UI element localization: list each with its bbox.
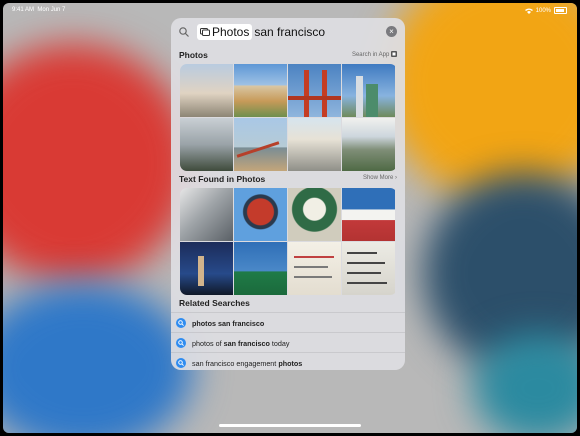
photo-thumbnail[interactable] [234, 118, 287, 171]
photo-thumbnail[interactable] [234, 64, 287, 117]
search-suggestion-icon [176, 318, 186, 328]
status-bar: 9:41 AM Mon Jun 7 100% [3, 3, 577, 17]
search-in-app-link[interactable]: Search in App [352, 51, 397, 58]
photo-thumbnail[interactable] [234, 242, 287, 295]
photos-grid [180, 64, 397, 171]
photo-thumbnail[interactable] [288, 188, 341, 241]
related-search-item[interactable]: photos of san francisco today [171, 332, 405, 353]
search-query-text[interactable]: san francisco [254, 25, 325, 39]
search-suggestion-icon [176, 358, 186, 368]
photo-thumbnail[interactable] [342, 64, 395, 117]
search-token-label: Photos [212, 25, 250, 39]
show-more-link[interactable]: Show More › [363, 175, 397, 181]
photo-thumbnail[interactable] [342, 242, 395, 295]
photo-thumbnail[interactable] [288, 242, 341, 295]
wallpaper-red-blob [3, 43, 193, 283]
search-scope-token[interactable]: Photos [197, 24, 253, 40]
related-search-label: photos of san francisco today [192, 338, 290, 348]
battery-icon [554, 7, 567, 14]
battery-percent: 100% [535, 7, 551, 14]
related-search-label: san francisco engagement photos [192, 358, 303, 368]
text-found-grid [180, 188, 397, 295]
magnifier-icon [177, 25, 191, 39]
photo-thumbnail[interactable] [288, 118, 341, 171]
search-suggestion-icon [176, 338, 186, 348]
related-searches-title: Related Searches [179, 298, 250, 308]
photos-section-title: Photos [179, 50, 208, 60]
home-indicator[interactable] [219, 424, 361, 427]
status-right: 100% [524, 7, 567, 14]
photo-thumbnail[interactable] [180, 242, 233, 295]
wallpaper-orange-blob [383, 3, 577, 203]
photo-thumbnail[interactable] [180, 188, 233, 241]
photos-token-icon [200, 28, 210, 36]
photo-thumbnail[interactable] [342, 188, 395, 241]
wallpaper-blue-blob [3, 283, 193, 433]
photos-section-header: Photos Search in App [179, 50, 397, 62]
photo-thumbnail[interactable] [180, 118, 233, 171]
text-found-section-header: Text Found in Photos Show More › [179, 174, 397, 186]
related-searches-header: Related Searches [179, 298, 397, 310]
clear-icon[interactable]: × [386, 26, 397, 37]
photo-thumbnail[interactable] [234, 188, 287, 241]
app-icon [391, 51, 397, 57]
photo-thumbnail[interactable] [180, 64, 233, 117]
photo-thumbnail[interactable] [342, 118, 395, 171]
related-search-item[interactable]: san francisco engagement photos [171, 352, 405, 370]
photo-thumbnail[interactable] [288, 64, 341, 117]
search-bar[interactable]: Photos san francisco × [177, 22, 399, 42]
status-time-date: 9:41 AM Mon Jun 7 [12, 7, 66, 13]
related-search-item[interactable]: photos san francisco [171, 312, 405, 333]
text-found-section-title: Text Found in Photos [179, 174, 266, 184]
related-search-label: photos san francisco [192, 318, 265, 328]
spotlight-search-panel: Photos san francisco × Photos Search in … [171, 18, 405, 370]
wifi-icon [524, 8, 533, 14]
